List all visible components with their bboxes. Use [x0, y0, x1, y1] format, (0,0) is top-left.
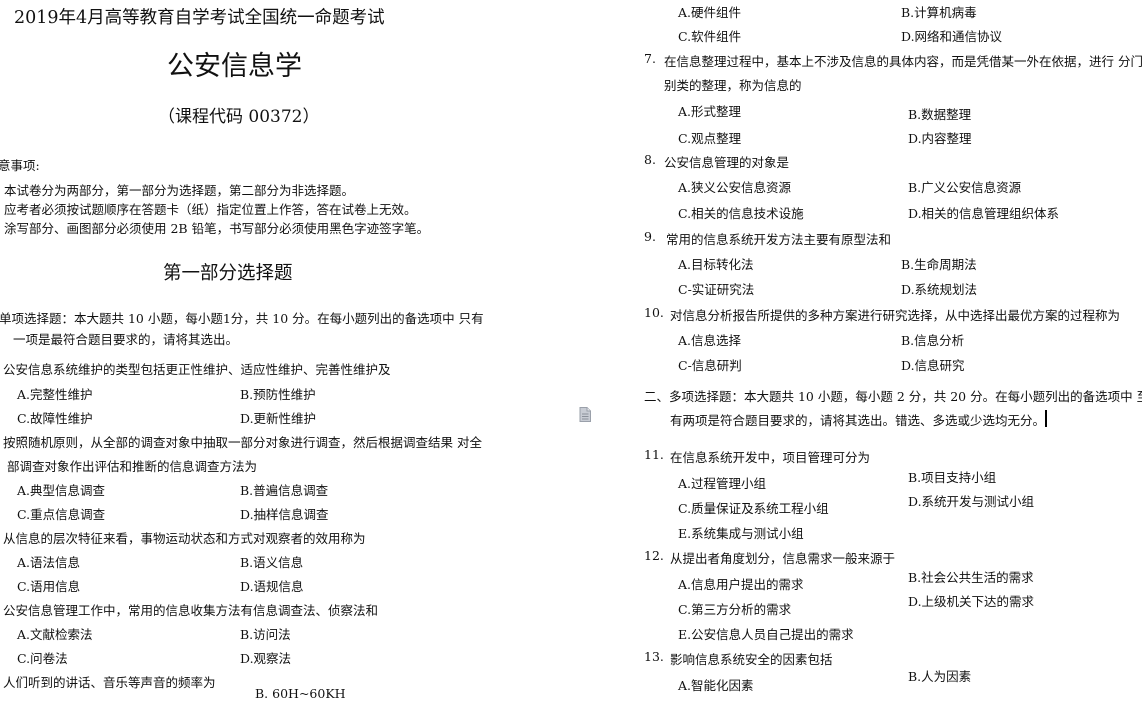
option: A.语法信息	[17, 555, 81, 570]
question-stem: 影响信息系统安全的因素包括	[670, 652, 833, 667]
option: E.公安信息人员自己提出的需求	[678, 627, 854, 642]
option: B.访问法	[240, 627, 291, 642]
option: C.语用信息	[17, 579, 81, 594]
option: A.硬件组件	[678, 5, 742, 20]
option: D.语规信息	[240, 579, 304, 594]
option: D.网络和通信协议	[901, 29, 1003, 44]
option: D.更新性维护	[240, 411, 317, 426]
option: B.生命周期法	[901, 257, 977, 272]
option: A.过程管理小组	[678, 476, 767, 491]
question-stem: 在信息系统开发中，项目管理可分为	[670, 450, 871, 465]
option: D.相关的信息管理组织体系	[908, 206, 1060, 221]
option: B.语义信息	[240, 555, 304, 570]
option: C.故障性维护	[17, 411, 93, 426]
course-code: （课程代码 00372）	[158, 107, 320, 127]
option: B.计算机病毒	[901, 5, 977, 20]
option: B.预防性维护	[240, 387, 316, 402]
option: D.上级机关下达的需求	[908, 594, 1035, 609]
option: D.系统开发与测试小组	[908, 494, 1035, 509]
question-stem: 别类的整理，称为信息的	[664, 78, 802, 93]
question-stem: 部调查对象作出评估和推断的信息调查方法为	[7, 459, 258, 474]
option: C.第三方分析的需求	[678, 602, 792, 617]
option: A.智能化因素	[678, 678, 754, 693]
option: A.文献检索法	[17, 627, 93, 642]
option: C.重点信息调查	[17, 507, 106, 522]
option: D.信息研究	[901, 358, 965, 373]
section1-instruction: 一项是最符合题目要求的，请将其选出。	[13, 332, 239, 347]
question-stem: 公安信息管理工作中，常用的信息收集方法有信息调查法、侦察法和	[3, 603, 379, 618]
option: A.典型信息调查	[17, 483, 106, 498]
note-item: 本试卷分为两部分，第一部分为选择题，第二部分为非选择题。	[4, 183, 355, 198]
option: B.人为因素	[908, 669, 972, 684]
option: C.质量保证及系统工程小组	[678, 501, 829, 516]
option: C-实证研究法	[678, 282, 755, 297]
option: B.信息分析	[901, 333, 965, 348]
option: C.问卷法	[17, 651, 68, 666]
question-stem: 从信息的层次特征来看，事物运动状态和方式对观察者的效用称为	[3, 531, 366, 546]
option: D.观察法	[240, 651, 292, 666]
option: B.社会公共生活的需求	[908, 570, 1034, 585]
question-stem: 公安信息管理的对象是	[664, 155, 790, 170]
option: C.相关的信息技术设施	[678, 206, 804, 221]
question-stem: 公安信息系统维护的类型包括更正性维护、适应性维护、完善性维护及	[3, 362, 391, 377]
option: A.狭义公安信息资源	[678, 180, 792, 195]
option: C-信息研判	[678, 358, 742, 373]
question-number: 9.	[644, 229, 656, 244]
note-item: 涂写部分、画图部分必须使用 2B 铅笔，书写部分必须使用黑色字迹签字笔。	[4, 221, 430, 236]
question-number: 11.	[644, 447, 664, 462]
question-stem: 对信息分析报告所提供的多种方案进行研究选择，从中选择出最优方案的过程称为	[670, 308, 1121, 323]
question-number: 13.	[644, 649, 664, 664]
option: A.完整性维护	[17, 387, 93, 402]
option: B.普遍信息调查	[240, 483, 329, 498]
option: B.广义公安信息资源	[908, 180, 1022, 195]
text-cursor	[1045, 410, 1047, 427]
section2-instruction: 二、多项选择题：本大题共 10 小题，每小题 2 分，共 20 分。在每小题列出…	[644, 389, 1142, 404]
option: D.内容整理	[908, 131, 972, 146]
option: B.项目支持小组	[908, 470, 997, 485]
note-item: 应考者必须按试题顺序在答题卡（纸）指定位置上作答，答在试卷上无效。	[4, 202, 417, 217]
option: A.形式整理	[678, 104, 742, 119]
exam-header: 2019年4月高等教育自学考试全国统一命题考试	[14, 8, 385, 28]
option: A.信息选择	[678, 333, 742, 348]
notes-title: 意事项:	[0, 158, 40, 173]
option: B.数据整理	[908, 107, 972, 122]
question-stem: 常用的信息系统开发方法主要有原型法和	[666, 232, 892, 247]
question-number: 12.	[644, 548, 664, 563]
question-number: 10.	[644, 305, 664, 320]
section2-instruction: 有两项是符合题目要求的，请将其选出。错选、多选或少选均无分。	[670, 413, 1046, 428]
option: D.抽样信息调查	[240, 507, 329, 522]
document-icon[interactable]	[579, 407, 591, 422]
question-number: 8.	[644, 152, 656, 167]
question-stem: 从提出者角度划分，信息需求一般来源于	[670, 551, 896, 566]
part1-title: 第一部分选择题	[163, 263, 293, 284]
option: C.观点整理	[678, 131, 742, 146]
option: D.系统规划法	[901, 282, 978, 297]
section1-instruction: 单项选择题：本大题共 10 小题，每小题1分，共 10 分。在每小题列出的备选项…	[0, 311, 484, 326]
subject-title: 公安信息学	[167, 51, 302, 82]
option: B. 60H~60KH	[255, 686, 346, 701]
option: E.系统集成与测试小组	[678, 526, 804, 541]
option: A.目标转化法	[678, 257, 754, 272]
question-stem: 人们听到的讲话、音乐等声音的频率为	[3, 675, 216, 690]
option: C.软件组件	[678, 29, 742, 44]
question-stem: 按照随机原则，从全部的调查对象中抽取一部分对象进行调查，然后根据调查结果 对全	[3, 435, 482, 450]
question-number: 7.	[644, 51, 656, 66]
question-stem: 在信息整理过程中，基本上不涉及信息的具体内容，而是凭借某一外在依据，进行 分门	[664, 54, 1142, 69]
option: A.信息用户提出的需求	[678, 577, 804, 592]
